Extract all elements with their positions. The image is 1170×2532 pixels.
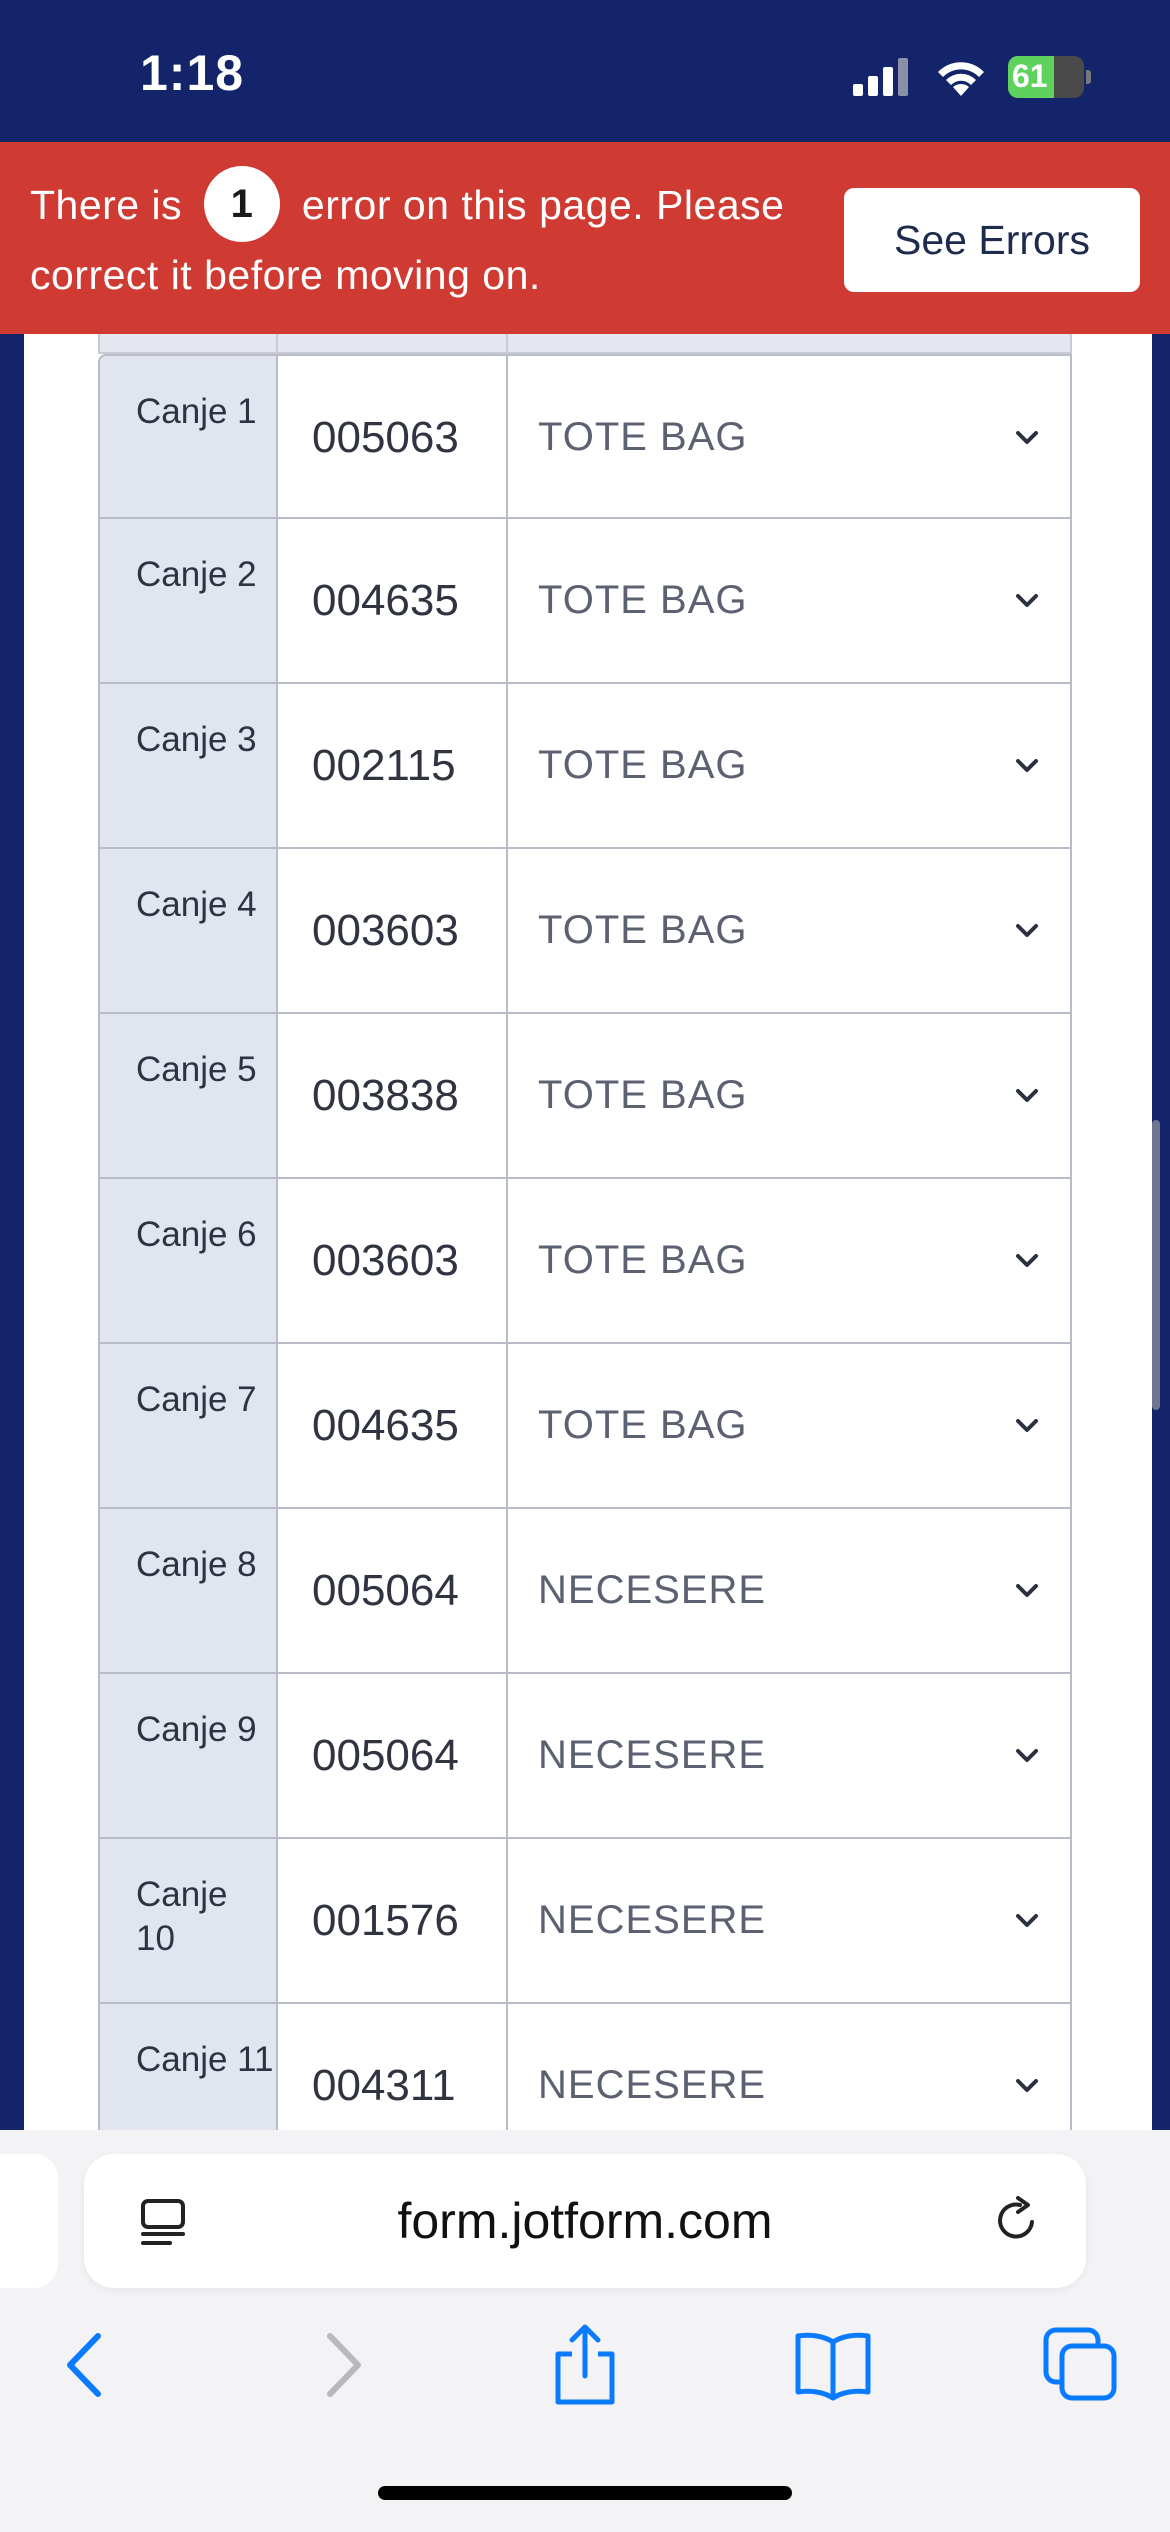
table-row: Canje 9 005064 NECESERE bbox=[98, 1674, 1098, 1839]
chevron-down-icon bbox=[1016, 2079, 1038, 2092]
code-input[interactable]: 003603 bbox=[278, 1179, 508, 1344]
chevron-down-icon bbox=[1016, 431, 1038, 444]
row-label: Canje 10 bbox=[98, 1839, 278, 2004]
browser-toolbar bbox=[0, 2320, 1170, 2440]
row-label: Canje 11 bbox=[98, 2004, 278, 2130]
table-row: Canje 4 003603 TOTE BAG bbox=[98, 849, 1098, 1014]
table-row: Canje 10 001576 NECESERE bbox=[98, 1839, 1098, 2004]
row-label: Canje 5 bbox=[98, 1014, 278, 1179]
tabs-icon bbox=[1043, 2327, 1117, 2401]
item-select[interactable]: NECESERE bbox=[508, 2004, 1072, 2130]
see-errors-button[interactable]: See Errors bbox=[844, 188, 1140, 292]
row-label: Canje 9 bbox=[98, 1674, 278, 1839]
item-select[interactable]: NECESERE bbox=[508, 1839, 1072, 2004]
chevron-down-icon bbox=[1016, 1089, 1038, 1102]
table-row: Canje 1 005063 TOTE BAG bbox=[98, 354, 1098, 519]
browser-bar: form.jotform.com bbox=[0, 2130, 1170, 2532]
home-indicator[interactable] bbox=[378, 2486, 792, 2500]
table-header-stub bbox=[98, 334, 1098, 354]
back-icon bbox=[67, 2333, 101, 2397]
code-input[interactable]: 005064 bbox=[278, 1509, 508, 1674]
forward-icon bbox=[327, 2333, 361, 2397]
code-input[interactable]: 004635 bbox=[278, 519, 508, 684]
item-select[interactable]: NECESERE bbox=[508, 1674, 1072, 1839]
error-banner: There is 1 error on this page. Please co… bbox=[0, 142, 1170, 334]
bookmarks-button[interactable] bbox=[788, 2320, 878, 2410]
reload-icon[interactable] bbox=[992, 2196, 1040, 2244]
item-select-value: TOTE BAG bbox=[538, 743, 748, 787]
item-select[interactable]: TOTE BAG bbox=[508, 1014, 1072, 1179]
chevron-down-icon bbox=[1016, 1914, 1038, 1927]
item-select[interactable]: TOTE BAG bbox=[508, 1179, 1072, 1344]
battery-level: 61 bbox=[1012, 58, 1048, 94]
item-select[interactable]: TOTE BAG bbox=[508, 849, 1072, 1014]
battery-charging-icon: 61 bbox=[1008, 56, 1091, 98]
redemption-table: Canje 1 005063 TOTE BAG Canje 2 004635 TOTE B… bbox=[98, 334, 1098, 2130]
table-row: Canje 7 004635 TOTE BAG bbox=[98, 1344, 1098, 1509]
code-input[interactable]: 003603 bbox=[278, 849, 508, 1014]
table-row: Canje 3 002115 TOTE BAG bbox=[98, 684, 1098, 849]
table-row: Canje 11 004311 NECESERE bbox=[98, 2004, 1098, 2130]
row-label: Canje 4 bbox=[98, 849, 278, 1014]
error-text-before: There is bbox=[30, 182, 183, 228]
item-select-value: TOTE BAG bbox=[538, 1403, 748, 1447]
chevron-down-icon bbox=[1016, 1419, 1038, 1432]
chevron-down-icon bbox=[1016, 1584, 1038, 1597]
table-row: Canje 5 003838 TOTE BAG bbox=[98, 1014, 1098, 1179]
item-select-value: NECESERE bbox=[538, 1898, 767, 1942]
status-bar: 1:18 61 bbox=[0, 0, 1170, 142]
chevron-down-icon bbox=[1016, 924, 1038, 937]
code-input[interactable]: 001576 bbox=[278, 1839, 508, 2004]
previous-tab-stub[interactable] bbox=[0, 2154, 58, 2288]
item-select[interactable]: TOTE BAG bbox=[508, 519, 1072, 684]
tabs-button[interactable] bbox=[1036, 2320, 1126, 2410]
code-input[interactable]: 002115 bbox=[278, 684, 508, 849]
chevron-down-icon bbox=[1016, 594, 1038, 607]
item-select-value: TOTE BAG bbox=[538, 415, 748, 459]
status-time: 1:18 bbox=[140, 45, 245, 101]
item-select-value: TOTE BAG bbox=[538, 1238, 748, 1282]
item-select-value: TOTE BAG bbox=[538, 908, 748, 952]
wifi-icon bbox=[938, 62, 984, 96]
item-select-value: NECESERE bbox=[538, 2063, 767, 2107]
item-select-value: TOTE BAG bbox=[538, 1073, 748, 1117]
table-body: Canje 1 005063 TOTE BAG Canje 2 004635 TOTE B… bbox=[98, 354, 1098, 2130]
url-text: form.jotform.com bbox=[397, 2193, 773, 2249]
row-label: Canje 6 bbox=[98, 1179, 278, 1344]
code-input[interactable]: 005063 bbox=[278, 354, 508, 519]
item-select-value: NECESERE bbox=[538, 1568, 767, 1612]
scrollbar[interactable] bbox=[1152, 1120, 1160, 1410]
address-bar[interactable]: form.jotform.com bbox=[84, 2154, 1086, 2288]
table-row: Canje 8 005064 NECESERE bbox=[98, 1509, 1098, 1674]
item-select[interactable]: TOTE BAG bbox=[508, 354, 1072, 519]
error-count-badge: 1 bbox=[204, 166, 281, 243]
item-select[interactable]: NECESERE bbox=[508, 1509, 1072, 1674]
signal-icon bbox=[853, 58, 908, 96]
row-label: Canje 7 bbox=[98, 1344, 278, 1509]
item-select[interactable]: TOTE BAG bbox=[508, 1344, 1072, 1509]
row-label: Canje 3 bbox=[98, 684, 278, 849]
row-label: Canje 2 bbox=[98, 519, 278, 684]
error-message: There is 1 error on this page. Please co… bbox=[30, 166, 830, 308]
code-input[interactable]: 005064 bbox=[278, 1674, 508, 1839]
row-label: Canje 8 bbox=[98, 1509, 278, 1674]
chevron-down-icon bbox=[1016, 759, 1038, 772]
code-input[interactable]: 004635 bbox=[278, 1344, 508, 1509]
share-icon bbox=[555, 2324, 615, 2405]
share-button[interactable] bbox=[540, 2320, 630, 2410]
chevron-down-icon bbox=[1016, 1254, 1038, 1267]
item-select[interactable]: TOTE BAG bbox=[508, 684, 1072, 849]
forward-button[interactable] bbox=[296, 2320, 386, 2410]
table-row: Canje 6 003603 TOTE BAG bbox=[98, 1179, 1098, 1344]
row-label: Canje 1 bbox=[98, 354, 278, 519]
bookmarks-icon bbox=[795, 2332, 871, 2401]
table-row: Canje 2 004635 TOTE BAG bbox=[98, 519, 1098, 684]
item-select-value: NECESERE bbox=[538, 1733, 767, 1777]
back-button[interactable] bbox=[42, 2320, 132, 2410]
form-content[interactable]: Canje 1 005063 TOTE BAG Canje 2 004635 TOTE B… bbox=[24, 334, 1152, 2130]
chevron-down-icon bbox=[1016, 1749, 1038, 1762]
code-input[interactable]: 004311 bbox=[278, 2004, 508, 2130]
code-input[interactable]: 003838 bbox=[278, 1014, 508, 1179]
item-select-value: TOTE BAG bbox=[538, 578, 748, 622]
